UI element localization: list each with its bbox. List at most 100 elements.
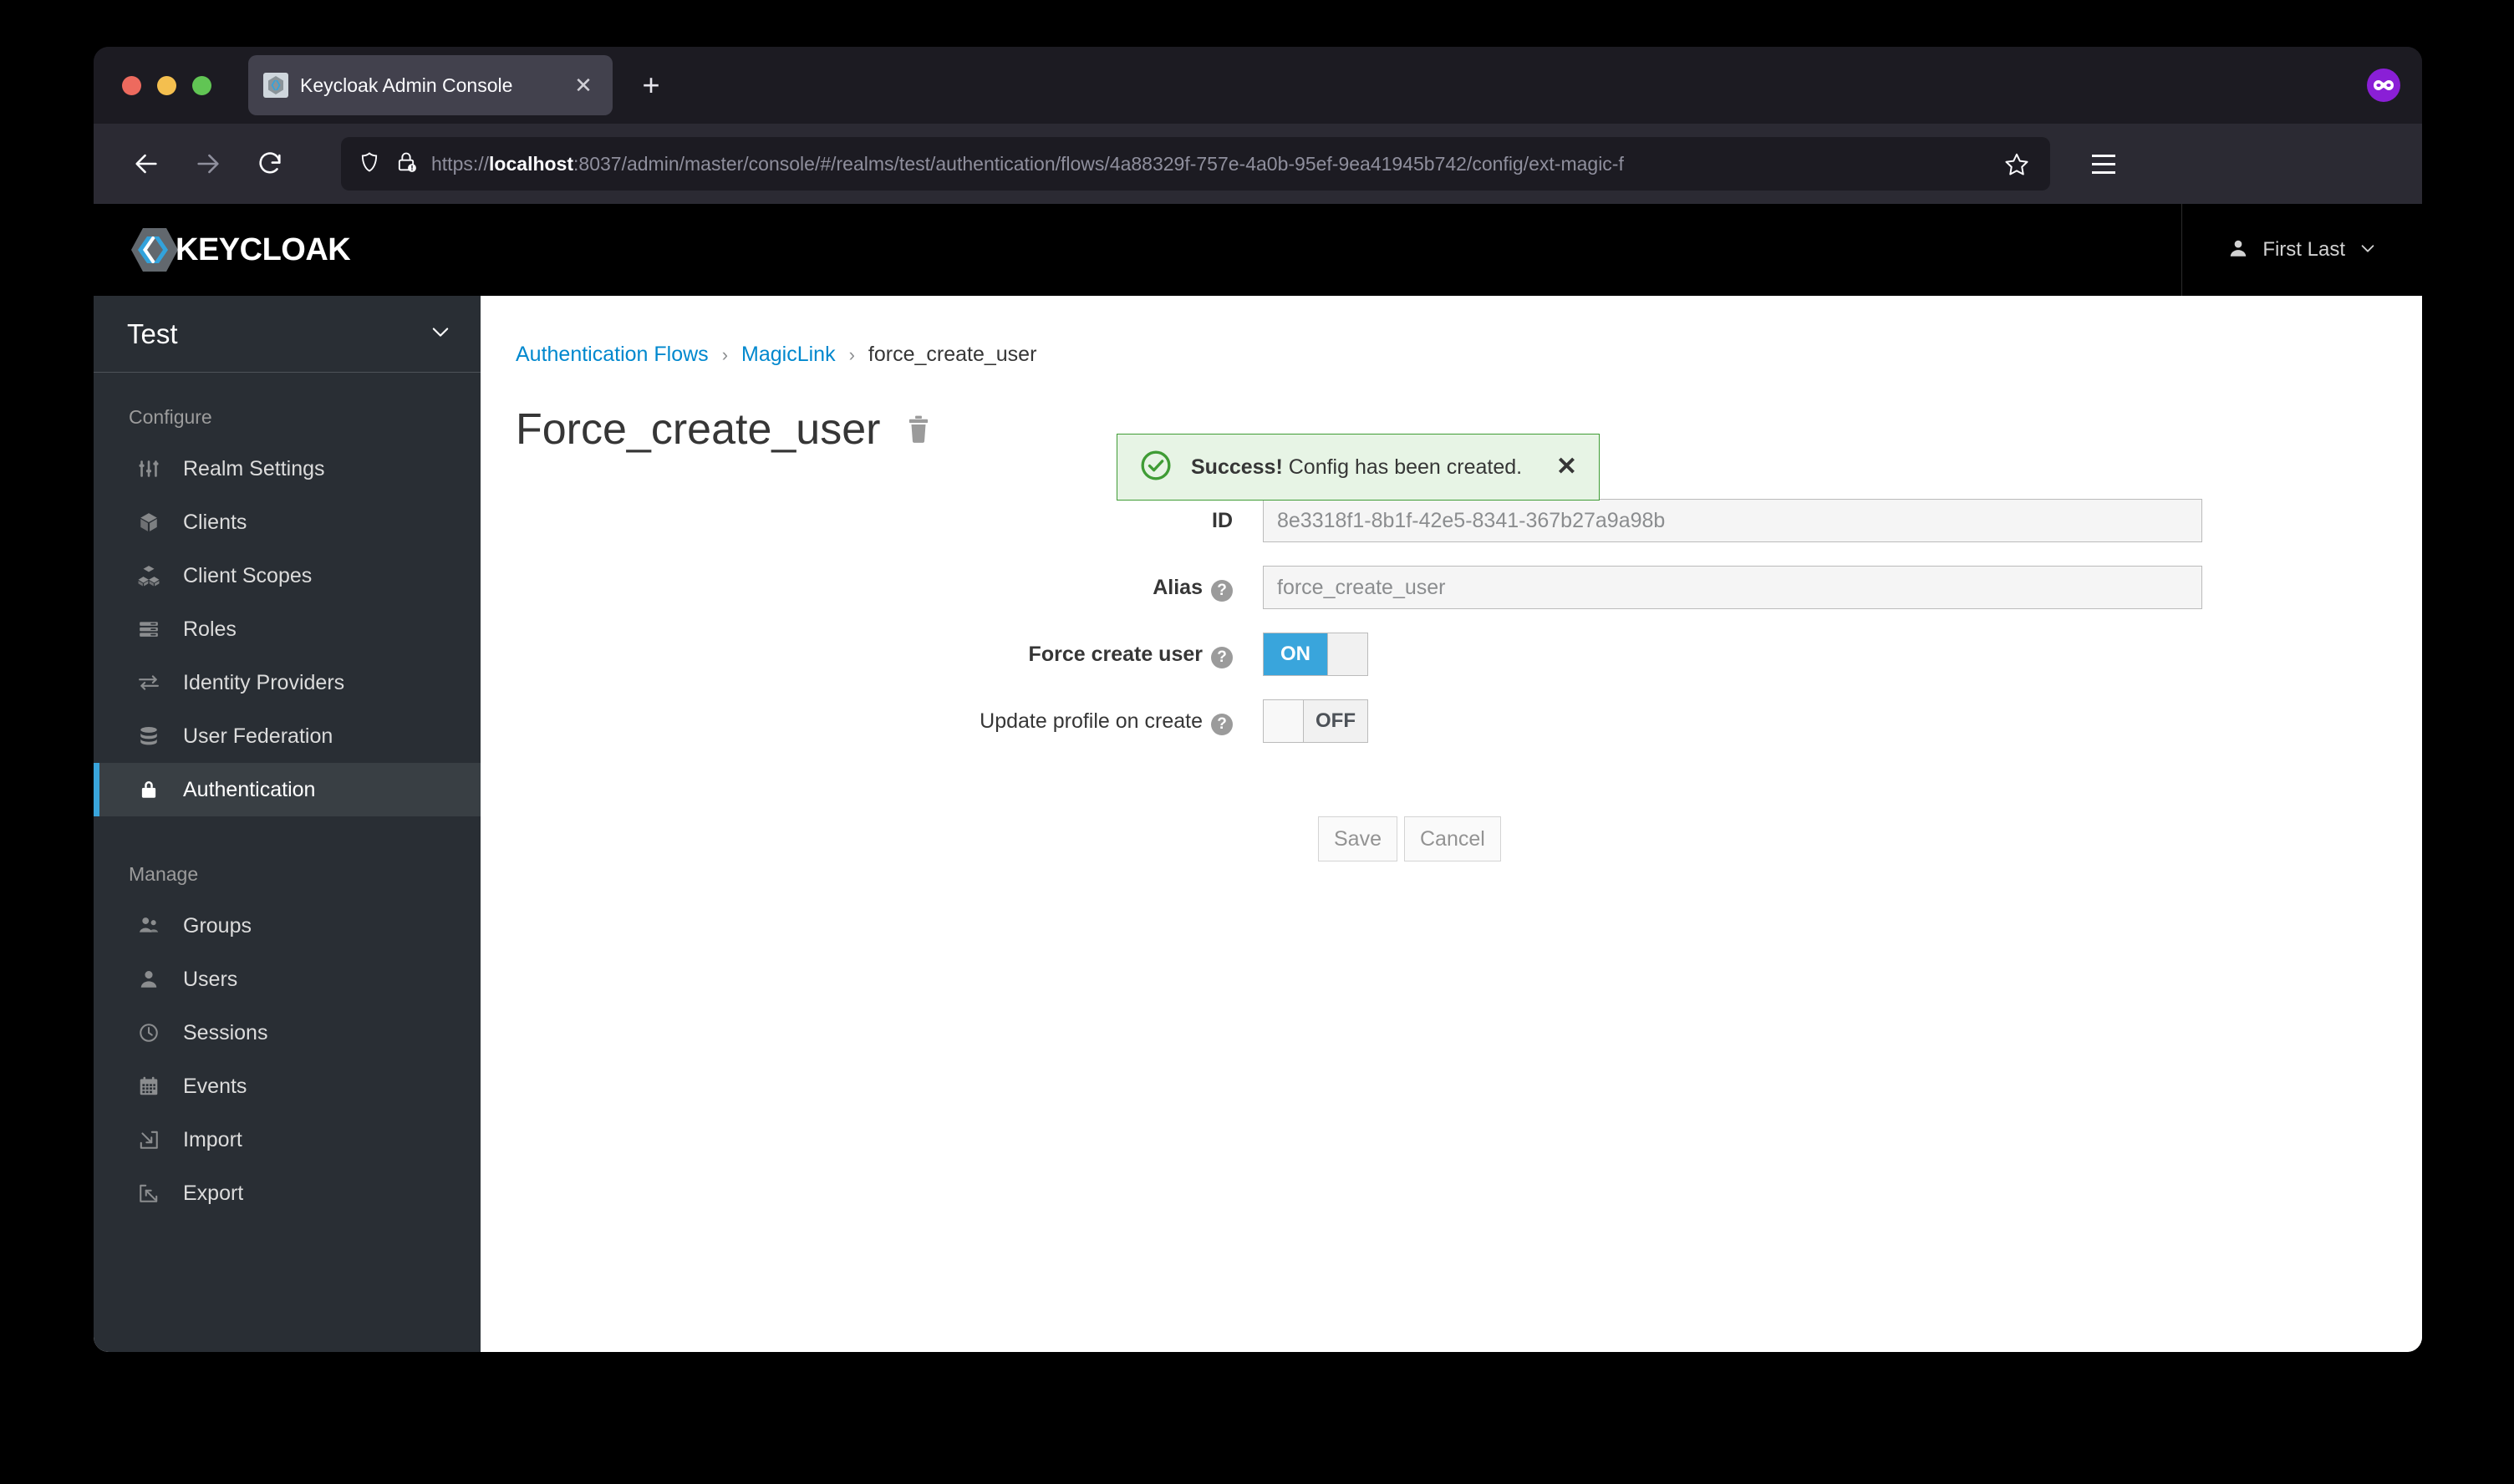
sidebar-item-label: Roles <box>183 617 237 641</box>
sidebar-item-identity-providers[interactable]: Identity Providers <box>94 656 481 709</box>
exchange-icon <box>135 668 163 697</box>
reload-button[interactable] <box>242 136 298 191</box>
breadcrumb-separator: › <box>721 343 729 365</box>
back-button[interactable] <box>119 136 174 191</box>
sidebar-section-manage: Manage <box>129 863 199 885</box>
close-alert-icon[interactable]: ✕ <box>1556 455 1577 480</box>
help-icon[interactable]: ? <box>1211 580 1233 602</box>
cube-icon <box>135 508 163 536</box>
close-tab-icon[interactable]: ✕ <box>569 71 598 99</box>
cubes-icon <box>135 562 163 590</box>
firefox-container-icon[interactable] <box>2367 69 2400 102</box>
window-traffic-lights <box>107 75 211 95</box>
sidebar-item-authentication[interactable]: Authentication <box>94 763 481 816</box>
shield-icon[interactable] <box>358 150 381 178</box>
clock-icon <box>135 1019 163 1047</box>
sidebar-item-clients[interactable]: Clients <box>94 496 481 549</box>
url-bar[interactable]: https://localhost:8037/admin/master/cons… <box>341 137 2050 191</box>
chevron-down-icon <box>2359 239 2377 262</box>
sidebar-item-client-scopes[interactable]: Client Scopes <box>94 549 481 602</box>
import-icon <box>135 1126 163 1154</box>
database-icon <box>135 722 163 750</box>
browser-menu-button[interactable] <box>2080 140 2127 187</box>
sidebar: Test Configure Realm Settings Clients Cl… <box>94 296 481 1352</box>
breadcrumb: Authentication Flows › MagicLink › force… <box>481 343 2422 367</box>
keycloak-favicon <box>263 73 288 98</box>
sidebar-item-label: Clients <box>183 510 247 534</box>
lock-warning-icon[interactable] <box>394 150 418 178</box>
close-window-button[interactable] <box>122 75 141 95</box>
success-alert-message: Config has been created. <box>1282 455 1523 479</box>
export-icon <box>135 1179 163 1207</box>
sidebar-item-label: Identity Providers <box>183 670 345 694</box>
masthead-user-menu[interactable]: First Last <box>2181 204 2422 296</box>
force-create-user-label-text: Force create user <box>1028 643 1203 667</box>
sidebar-item-realm-settings[interactable]: Realm Settings <box>94 442 481 496</box>
user-icon <box>135 965 163 994</box>
sidebar-item-groups[interactable]: Groups <box>94 899 481 953</box>
form-row-alias: Alias ? <box>481 566 2422 610</box>
calendar-icon <box>135 1072 163 1100</box>
help-icon[interactable]: ? <box>1211 714 1233 736</box>
sidebar-item-users[interactable]: Users <box>94 953 481 1006</box>
maximize-window-button[interactable] <box>192 75 211 95</box>
update-profile-toggle[interactable]: OFF <box>1263 699 1368 744</box>
sidebar-item-export[interactable]: Export <box>94 1166 481 1220</box>
force-create-user-label: Force create user ? <box>481 633 1263 669</box>
forward-button[interactable] <box>181 136 236 191</box>
sidebar-item-label: Realm Settings <box>183 456 325 480</box>
minimize-window-button[interactable] <box>157 75 176 95</box>
sidebar-item-sessions[interactable]: Sessions <box>94 1006 481 1060</box>
sidebar-item-label: Export <box>183 1181 244 1205</box>
sidebar-item-roles[interactable]: Roles <box>94 602 481 656</box>
toggle-state-label: OFF <box>1304 700 1367 743</box>
new-tab-button[interactable]: + <box>633 67 669 104</box>
id-label: ID <box>1212 509 1233 533</box>
form-row-force-create-user: Force create user ? ON <box>481 633 2422 677</box>
realm-selector[interactable]: Test <box>94 296 481 373</box>
chevron-down-icon <box>429 320 452 348</box>
browser-tab-title: Keycloak Admin Console <box>300 74 513 96</box>
check-circle-icon <box>1139 449 1173 486</box>
alias-label: Alias ? <box>481 566 1263 602</box>
sidebar-item-label: Groups <box>183 913 252 938</box>
sliders-icon <box>135 455 163 483</box>
browser-tab[interactable]: Keycloak Admin Console ✕ <box>248 55 613 115</box>
alias-input[interactable] <box>1263 566 2202 610</box>
form-row-update-profile-on-create: Update profile on create ? OFF <box>481 699 2422 744</box>
sidebar-item-events[interactable]: Events <box>94 1060 481 1113</box>
breadcrumb-item-magiclink[interactable]: MagicLink <box>741 343 836 367</box>
sidebar-item-import[interactable]: Import <box>94 1113 481 1166</box>
sidebar-item-label: User Federation <box>183 724 333 748</box>
keycloak-brand-text: KEYCLOAK <box>176 231 351 267</box>
breadcrumb-item-current: force_create_user <box>868 343 1037 366</box>
force-create-user-toggle[interactable]: ON <box>1263 633 1368 677</box>
breadcrumb-item-authentication-flows[interactable]: Authentication Flows <box>516 343 709 367</box>
keycloak-logo[interactable]: KEYCLOAK <box>129 226 351 273</box>
save-button[interactable]: Save <box>1318 816 1397 862</box>
success-alert-strong: Success! <box>1191 455 1283 479</box>
browser-window: Keycloak Admin Console ✕ + https://local… <box>94 47 2422 1352</box>
list-icon <box>135 615 163 643</box>
users-icon <box>135 912 163 940</box>
url-text[interactable]: https://localhost:8037/admin/master/cons… <box>431 153 1987 175</box>
id-input[interactable] <box>1263 499 2202 543</box>
url-host: localhost <box>489 152 574 175</box>
trash-icon[interactable] <box>902 411 935 448</box>
keycloak-logo-icon <box>131 228 178 272</box>
sidebar-item-label: Events <box>183 1074 247 1098</box>
form-actions: Save Cancel <box>481 766 2422 862</box>
sidebar-nav: Configure Realm Settings Clients Client … <box>94 373 481 1220</box>
update-profile-label: Update profile on create ? <box>481 699 1263 736</box>
masthead-username: First Last <box>2262 238 2345 261</box>
alias-label-text: Alias <box>1153 576 1203 600</box>
browser-tab-strip: Keycloak Admin Console ✕ + <box>94 47 2422 124</box>
cancel-button[interactable]: Cancel <box>1403 816 1501 862</box>
keycloak-admin-page: KEYCLOAK First Last Success! Config has … <box>94 204 2422 1352</box>
help-icon[interactable]: ? <box>1211 647 1233 669</box>
sidebar-item-user-federation[interactable]: User Federation <box>94 709 481 763</box>
sidebar-item-label: Import <box>183 1127 242 1151</box>
sidebar-item-label: Client Scopes <box>183 563 313 587</box>
bookmark-star-icon[interactable] <box>2000 147 2033 180</box>
